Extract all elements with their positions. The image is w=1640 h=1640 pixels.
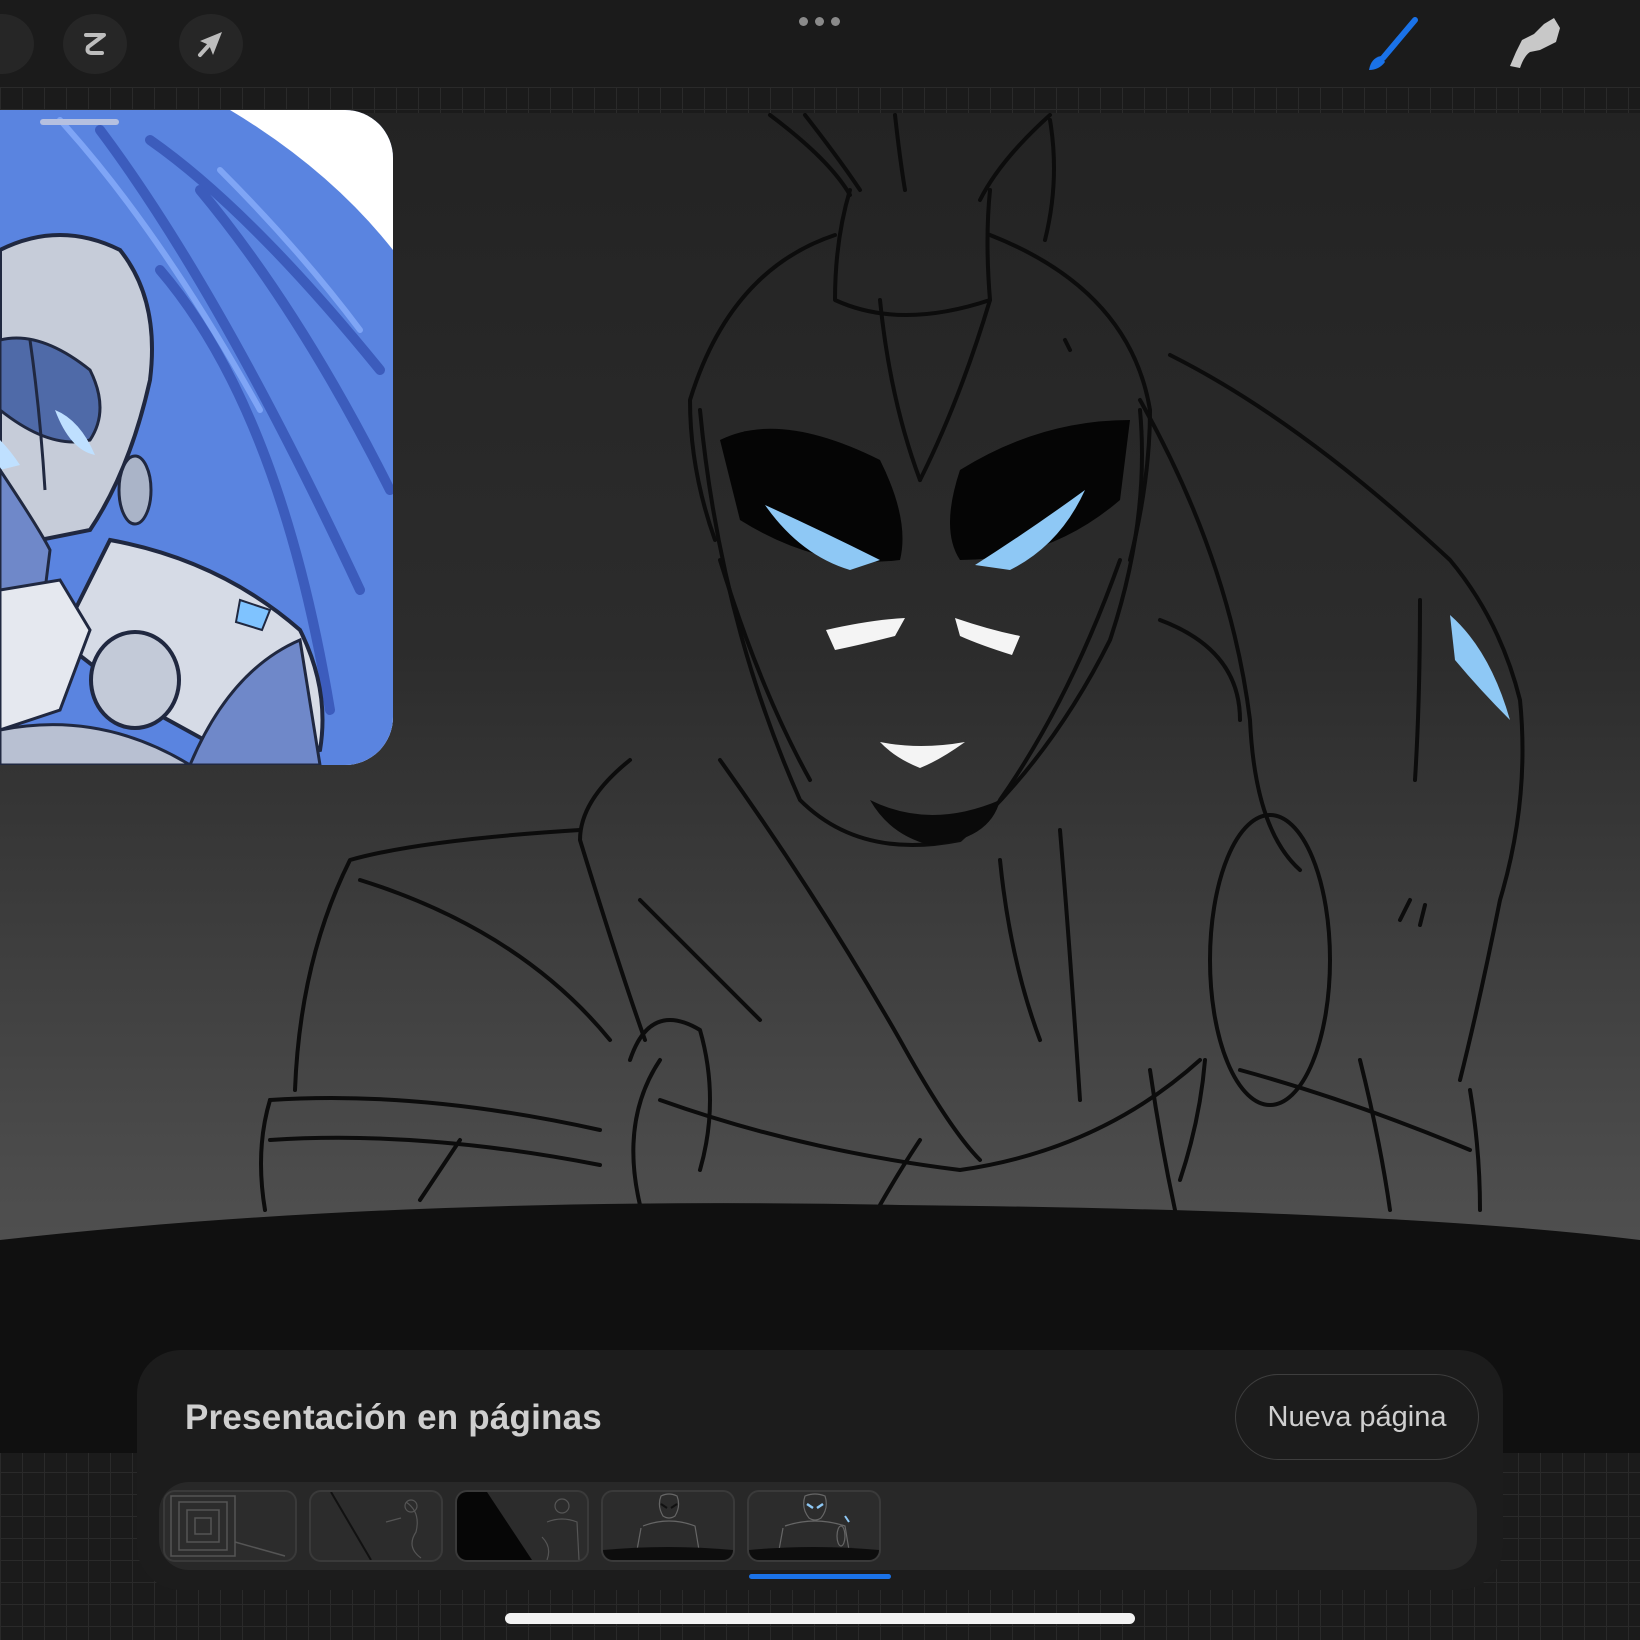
s-curve-icon: [84, 33, 106, 55]
gallery-button[interactable]: [0, 14, 34, 74]
brush-tool-button[interactable]: [1357, 14, 1427, 74]
dark-wedge-sketch-thumbnail: [457, 1492, 580, 1560]
reference-artwork: [0, 110, 393, 765]
character-sketch-thumbnail: [603, 1493, 733, 1560]
page-thumbnail-4[interactable]: [601, 1490, 735, 1562]
transform-tool-button[interactable]: [179, 14, 243, 74]
smudge-tool-button[interactable]: [1500, 12, 1570, 74]
selected-page-indicator: [749, 1574, 891, 1579]
page-thumbnail-5[interactable]: [747, 1490, 881, 1562]
page-thumbnail-1[interactable]: [163, 1490, 297, 1562]
selection-tool-button[interactable]: [63, 14, 127, 74]
page-thumbnail-3[interactable]: [455, 1490, 589, 1562]
arrow-cursor-icon: [198, 32, 222, 57]
maze-sketch-thumbnail: [170, 1495, 286, 1557]
reference-image-window[interactable]: [0, 110, 393, 765]
page-thumbnail-strip[interactable]: [159, 1482, 1477, 1570]
new-page-button[interactable]: Nueva página: [1235, 1374, 1479, 1460]
brush-icon: [1369, 17, 1418, 70]
ellipsis-icon[interactable]: [799, 17, 840, 26]
reference-window-drag-handle[interactable]: [40, 119, 119, 125]
page-assist-panel: Presentación en páginas Nueva página: [137, 1350, 1503, 1590]
home-indicator-bar[interactable]: [505, 1613, 1135, 1624]
top-toolbar: [0, 0, 1640, 87]
character-sketch-blue-eyes-thumbnail: [749, 1493, 879, 1560]
finger-icon: [1510, 18, 1560, 68]
page-thumbnail-2[interactable]: [309, 1490, 443, 1562]
panel-title: Presentación en páginas: [185, 1398, 602, 1437]
line-sketch-thumbnail: [330, 1492, 422, 1560]
